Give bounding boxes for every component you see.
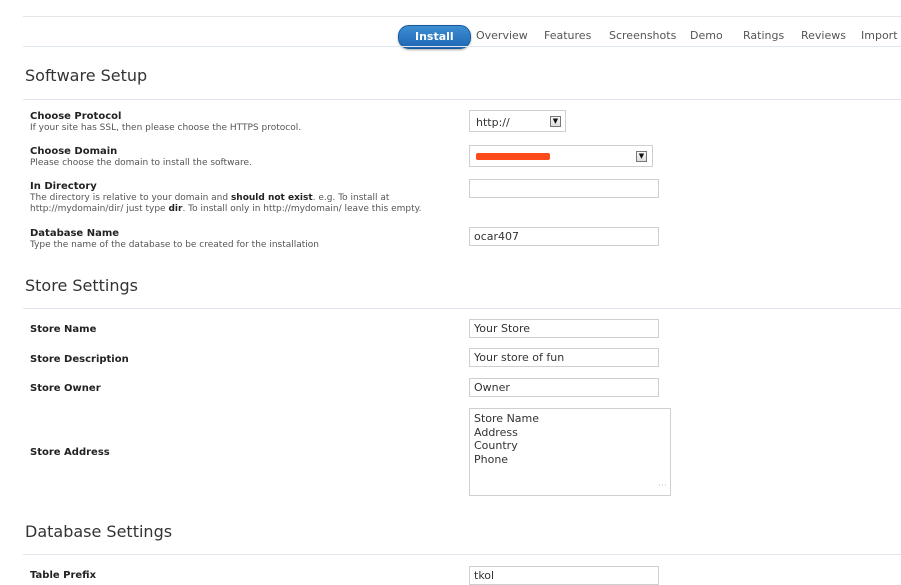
store-owner-input[interactable] — [469, 378, 659, 397]
database-name-label: Database Name — [30, 228, 120, 239]
section-divider — [23, 554, 901, 555]
section-title-database-settings: Database Settings — [25, 522, 173, 541]
store-name-input[interactable] — [469, 319, 659, 338]
store-description-label: Store Description — [30, 354, 129, 365]
in-directory-label: In Directory — [30, 181, 97, 192]
choose-protocol-desc: If your site has SSL, then please choose… — [30, 123, 302, 133]
tab-demo[interactable]: Demo — [690, 25, 723, 47]
resize-grip-icon[interactable]: ⋯ — [658, 481, 667, 491]
tab-divider — [23, 46, 901, 47]
choose-domain-desc: Please choose the domain to install the … — [30, 158, 252, 168]
store-owner-label: Store Owner — [30, 383, 101, 394]
protocol-select-value: http:// — [476, 116, 510, 129]
tab-overview[interactable]: Overview — [476, 25, 528, 47]
store-name-label: Store Name — [30, 324, 97, 335]
section-title-software-setup: Software Setup — [25, 66, 148, 85]
database-name-desc: Type the name of the database to be crea… — [30, 240, 320, 250]
chevron-down-icon[interactable]: ▼ — [636, 151, 647, 162]
protocol-select[interactable]: http:// ▼ — [469, 110, 566, 132]
section-title-store-settings: Store Settings — [25, 276, 138, 295]
redacted-domain — [476, 153, 550, 160]
top-divider — [23, 16, 901, 17]
store-description-input[interactable] — [469, 348, 659, 367]
chevron-down-icon[interactable]: ▼ — [550, 116, 561, 127]
database-name-input[interactable] — [469, 227, 659, 246]
table-prefix-label: Table Prefix — [30, 570, 97, 581]
table-prefix-input[interactable] — [469, 566, 659, 585]
tab-screenshots[interactable]: Screenshots — [609, 25, 676, 47]
choose-protocol-label: Choose Protocol — [30, 111, 122, 122]
in-directory-desc: The directory is relative to your domain… — [30, 193, 422, 214]
directory-input[interactable] — [469, 179, 659, 198]
section-divider — [23, 99, 901, 100]
tab-reviews[interactable]: Reviews — [801, 25, 846, 47]
store-address-textarea[interactable]: Store Name Address Country Phone — [469, 408, 671, 496]
store-address-label: Store Address — [30, 447, 110, 458]
choose-domain-label: Choose Domain — [30, 146, 118, 157]
tab-import[interactable]: Import — [861, 25, 898, 47]
section-divider — [23, 308, 901, 309]
tab-ratings[interactable]: Ratings — [743, 25, 784, 47]
tab-features[interactable]: Features — [544, 25, 591, 47]
